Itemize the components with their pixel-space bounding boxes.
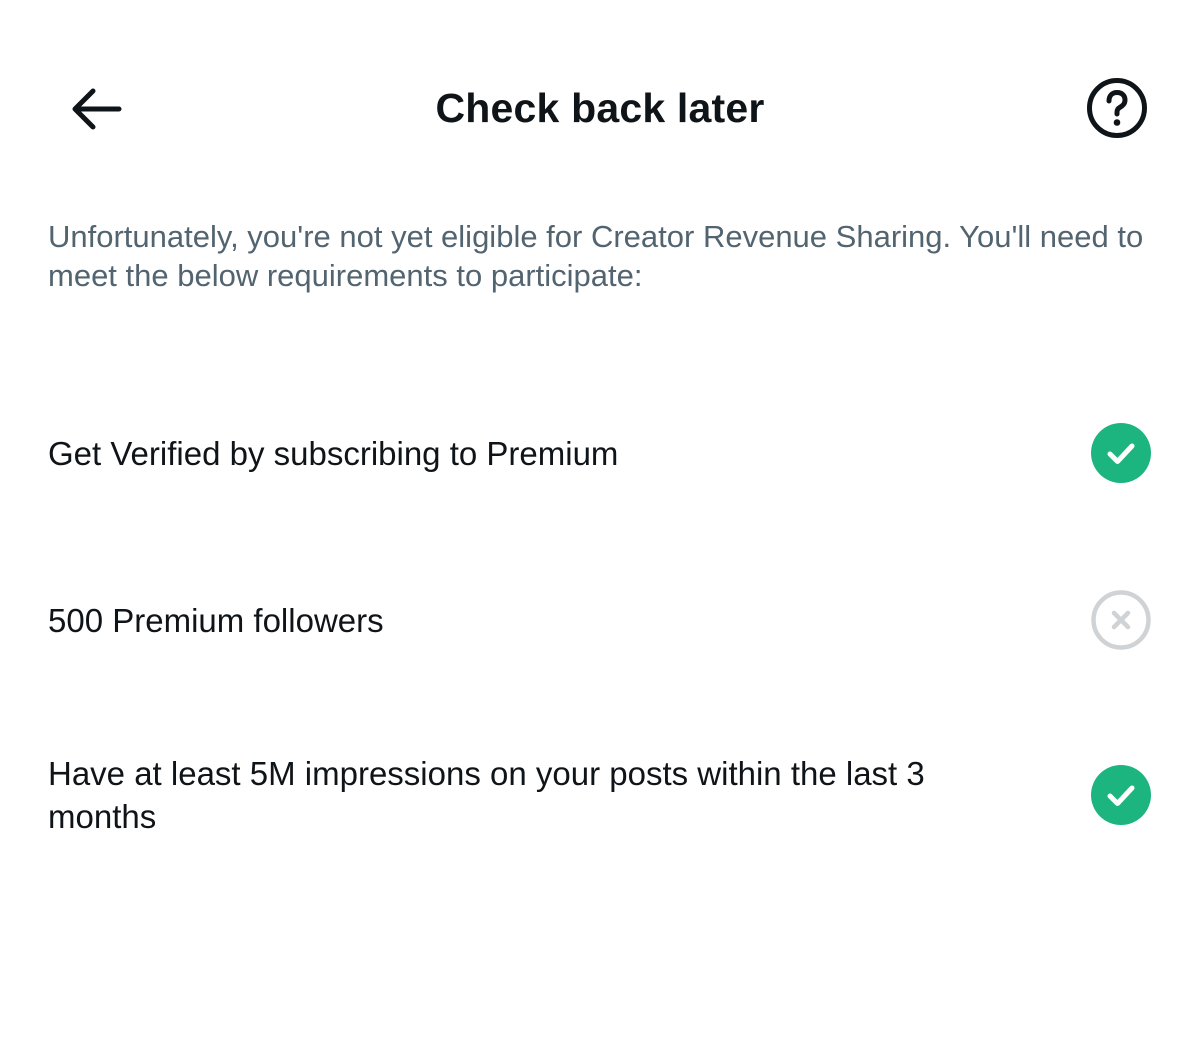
question-circle-icon bbox=[1087, 78, 1147, 138]
requirement-verified: Get Verified by subscribing to Premium bbox=[48, 420, 1152, 486]
page-title: Check back later bbox=[435, 85, 765, 131]
x-circle-icon bbox=[1091, 590, 1151, 650]
header-bar: Check back later bbox=[0, 0, 1200, 216]
requirement-label: Have at least 5M impressions on your pos… bbox=[48, 755, 925, 835]
requirement-premium-followers: 500 Premium followers bbox=[48, 588, 1152, 654]
requirement-impressions: Have at least 5M impressions on your pos… bbox=[48, 752, 1152, 842]
check-circle-icon bbox=[1091, 765, 1151, 825]
eligibility-message: Unfortunately, you're not yet eligible f… bbox=[48, 219, 1144, 293]
check-circle-icon bbox=[1091, 423, 1151, 483]
requirement-label: 500 Premium followers bbox=[48, 602, 384, 639]
help-button[interactable] bbox=[1084, 75, 1150, 141]
requirement-label: Get Verified by subscribing to Premium bbox=[48, 435, 619, 472]
